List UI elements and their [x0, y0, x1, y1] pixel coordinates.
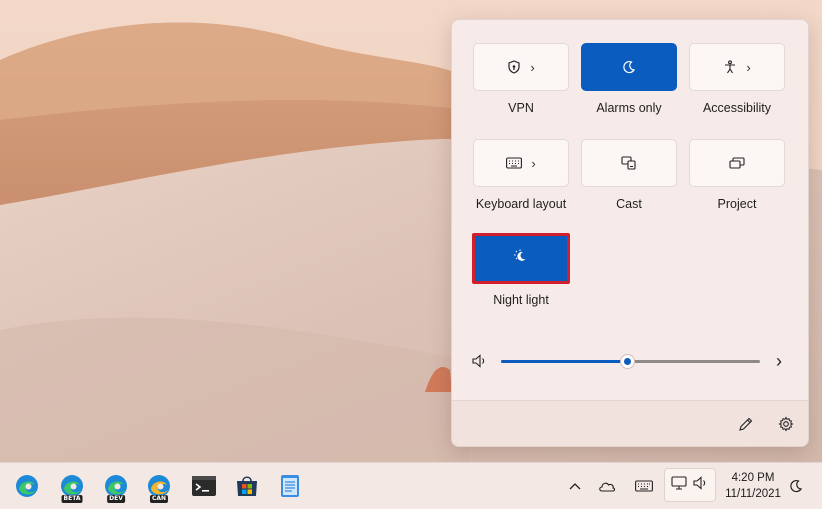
volume-row: › [472, 350, 790, 374]
pencil-icon[interactable] [734, 412, 758, 436]
speaker-icon [693, 475, 709, 495]
shield-icon [507, 60, 521, 74]
keyboard-layout-tile[interactable]: › [473, 139, 569, 187]
keyboard-icon[interactable] [633, 474, 655, 498]
night-light-label: Night light [493, 293, 549, 307]
keyboard-icon [506, 157, 523, 169]
terminal-icon[interactable] [189, 471, 219, 501]
chevron-right-icon[interactable]: › [776, 351, 782, 372]
app-badge: DEV [107, 495, 125, 503]
clock-time: 4:20 PM [731, 472, 775, 484]
night-light-tile[interactable] [472, 233, 570, 284]
alarms-only-label: Alarms only [596, 101, 662, 115]
gear-icon[interactable] [774, 412, 798, 436]
quick-settings-flyout: › VPN Alarms only › Accessibility › Keyb… [451, 19, 809, 447]
project-tile[interactable] [689, 139, 785, 187]
edge-canary-icon[interactable]: CAN [144, 471, 174, 503]
accessibility-icon [723, 60, 737, 74]
vpn-tile[interactable]: › [473, 43, 569, 91]
alarms-only-tile[interactable] [581, 43, 677, 91]
taskbar: BETA DEV CAN 4:20 PM 11/11/2021 [0, 462, 822, 509]
onedrive-icon[interactable] [597, 474, 617, 498]
app-badge: CAN [149, 495, 169, 503]
night-light-icon [512, 248, 530, 269]
chevron-right-icon[interactable]: › [531, 156, 535, 171]
volume-slider-thumb[interactable] [620, 354, 636, 369]
accessibility-tile[interactable]: › [689, 43, 785, 91]
edge-icon[interactable] [12, 471, 42, 501]
cast-tile[interactable] [581, 139, 677, 187]
app-badge: BETA [61, 495, 83, 503]
project-icon [729, 156, 745, 170]
accessibility-label: Accessibility [702, 101, 772, 115]
volume-slider-fill [501, 360, 628, 363]
chevron-up-icon[interactable] [566, 474, 584, 498]
moon-icon[interactable] [786, 474, 806, 498]
taskbar-clock[interactable]: 4:20 PM 11/11/2021 [722, 470, 784, 502]
keyboard-layout-label: Keyboard layout [475, 197, 567, 211]
speaker-icon[interactable] [472, 354, 488, 373]
flyout-footer [452, 400, 808, 446]
quick-settings-button[interactable] [664, 468, 716, 502]
cast-icon [621, 156, 637, 170]
store-icon[interactable] [232, 471, 262, 501]
chevron-right-icon[interactable]: › [530, 60, 534, 75]
network-icon [671, 475, 687, 495]
edge-dev-icon[interactable]: DEV [101, 471, 131, 503]
vpn-label: VPN [508, 101, 534, 115]
notepad-icon[interactable] [275, 471, 305, 501]
volume-slider[interactable] [501, 354, 760, 369]
chevron-right-icon[interactable]: › [746, 60, 750, 75]
cast-label: Cast [616, 197, 642, 211]
moon-icon [622, 60, 636, 74]
edge-beta-icon[interactable]: BETA [57, 471, 87, 503]
project-label: Project [717, 197, 757, 211]
clock-date: 11/11/2021 [725, 488, 781, 500]
